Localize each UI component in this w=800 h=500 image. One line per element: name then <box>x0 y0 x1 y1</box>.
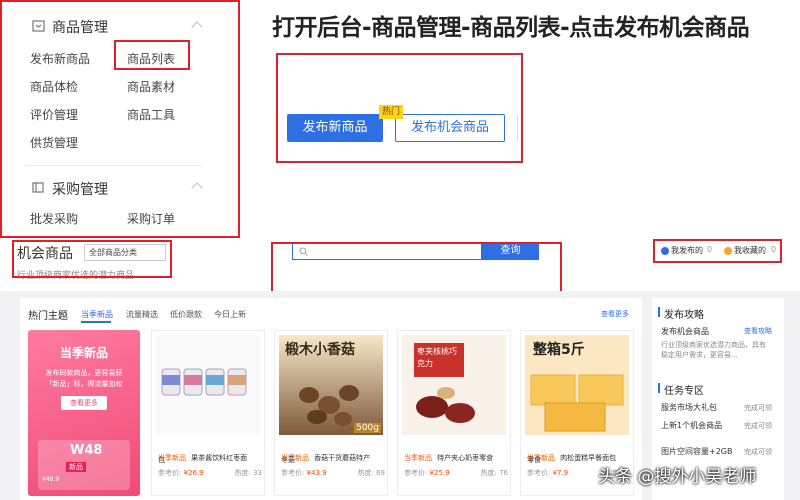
hot-topics-panel: 热门主题 当季新品 流量精选 低价跟款 今日上新 查看更多 当季新品 发布同款商… <box>20 298 642 500</box>
task-item: 服务市场大礼包 <box>661 403 717 412</box>
promo-desc: 发布同款商品，更容易获 <box>45 369 123 377</box>
product-image: 椴木小香菇 500g <box>279 335 383 435</box>
headline: 打开后台-商品管理-商品列表-点击发布机会商品 <box>272 15 750 41</box>
highlight-box <box>653 239 782 263</box>
task-item: 图片空间容量+2GB <box>661 447 733 456</box>
task-item: 上新1个机会商品 <box>661 421 723 430</box>
promo-title: 当季新品 <box>59 346 108 360</box>
tab-low-price[interactable]: 低价跟款 <box>170 309 202 320</box>
tab-underline <box>81 321 111 323</box>
section-marker <box>658 307 660 317</box>
guide-link[interactable]: 查看攻略 <box>744 326 772 336</box>
see-more-link[interactable]: 查看更多 <box>601 309 629 319</box>
section-marker <box>658 383 660 393</box>
product-price: 参考价: ¥25.9 热度: 76 <box>404 469 508 477</box>
highlight-box <box>114 40 190 70</box>
highlight-box <box>0 0 240 238</box>
highlight-box <box>276 53 523 163</box>
product-image-text: 枣夹核桃巧克力 <box>414 343 464 377</box>
task-title: 任务专区 <box>664 386 704 397</box>
tab-today-new[interactable]: 今日上新 <box>214 309 246 320</box>
guide-desc: 稳定用户需求，更容易... <box>661 351 738 359</box>
promo-button[interactable]: 查看更多 <box>61 396 107 410</box>
section-title: 热门主题 <box>28 311 68 322</box>
product-title-line2: 包 <box>158 456 165 464</box>
tab-new-season[interactable]: 当季新品 <box>81 309 113 320</box>
product-title: 当季新品 果茶酱饮料红枣面 <box>158 454 248 462</box>
promo-price: ¥48.9 <box>42 476 60 483</box>
product-image: 枣夹核桃巧克力 <box>402 335 506 435</box>
guide-title: 发布攻略 <box>664 310 704 321</box>
product-image: 整箱5斤 <box>525 335 629 435</box>
product-title: 当季新品 香菇干货蘑菇特产 <box>281 454 371 462</box>
product-card[interactable]: 当季新品 果茶酱饮料红枣面 包 参考价: ¥26.9 热度: 33 <box>151 330 265 496</box>
task-status[interactable]: 完成可领 <box>744 447 772 457</box>
tab-traffic-picks[interactable]: 流量精选 <box>126 309 158 320</box>
product-card[interactable]: 枣夹核桃巧克力 当季新品 特产夹心奶枣零食 参考价: ¥25.9 热度: 76 <box>397 330 511 496</box>
product-image <box>156 335 260 435</box>
promo-card[interactable]: 当季新品 发布同款商品，更容易获 「新品」标，得流量加权 查看更多 W48 新品… <box>28 330 140 496</box>
task-status[interactable]: 完成可领 <box>744 403 772 413</box>
promo-desc: 「新品」标，得流量加权 <box>45 380 123 388</box>
product-image-text: 整箱5斤 <box>533 342 585 358</box>
product-card[interactable]: 椴木小香菇 500g 当季新品 香菇干货蘑菇特产 冬菇 参考价: ¥43.9 热… <box>274 330 388 496</box>
product-title-line2: 零食 <box>527 456 541 464</box>
product-image-text: 椴木小香菇 <box>285 342 355 358</box>
screenshot-root: 商品管理 发布新商品 商品列表 商品体检 商品素材 评价管理 商品工具 供货管理… <box>0 0 800 500</box>
task-status[interactable]: 完成可领 <box>744 421 772 431</box>
highlight-box <box>271 242 562 295</box>
product-title-line2: 冬菇 <box>281 456 295 464</box>
promo-badge-number: W48 <box>70 443 103 458</box>
highlight-box <box>12 240 172 278</box>
guide-desc: 行业顶级商家优选潜力商品，具有 <box>661 341 766 349</box>
watermark: 头条 @搜外小吴老师 <box>598 467 757 487</box>
promo-badge-tag: 新品 <box>66 462 86 472</box>
product-image-weight: 500g <box>354 423 381 433</box>
promo-image: W48 新品 ¥48.9 <box>38 440 130 490</box>
product-price: 参考价: ¥26.9 热度: 33 <box>158 469 262 477</box>
guide-item: 发布机会商品 <box>661 327 709 336</box>
product-title: 当季新品 特产夹心奶枣零食 <box>404 454 494 462</box>
product-price: 参考价: ¥43.9 热度: 69 <box>281 469 385 477</box>
